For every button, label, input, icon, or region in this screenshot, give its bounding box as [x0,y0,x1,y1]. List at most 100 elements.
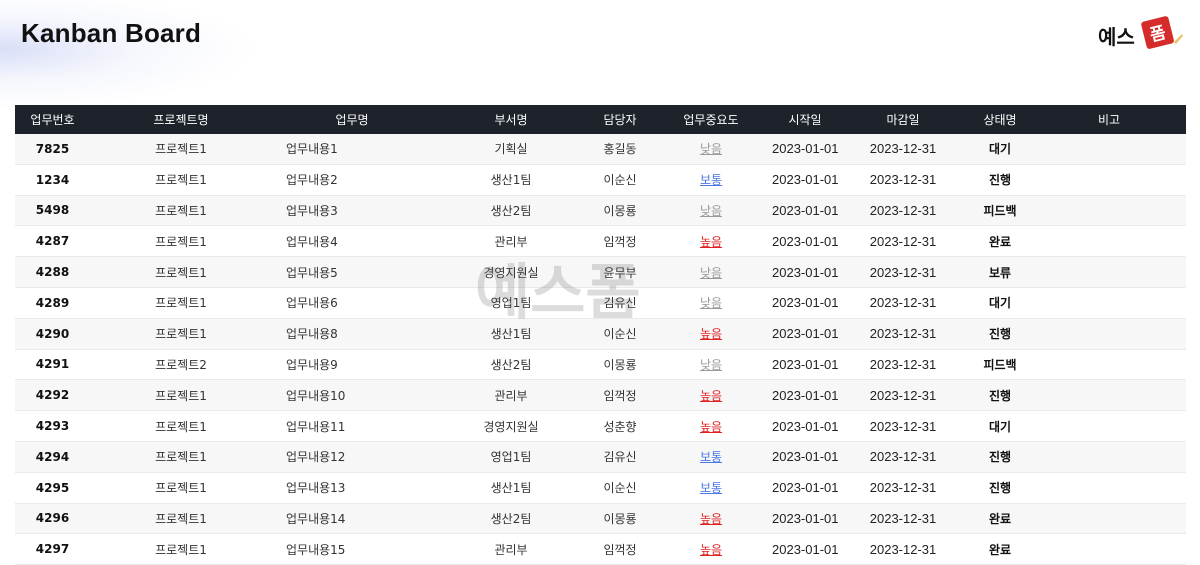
task-id-cell: 4297 [15,533,90,565]
note-cell [1032,533,1186,565]
end-date-cell: 2023-12-31 [838,533,968,565]
owner-cell: 이순신 [590,472,650,504]
table-row[interactable]: 4292 프로젝트1 업무내용10 관리부 임꺽정 높음 2023-01-01 2023-12… [15,379,1186,412]
table-body: 7825 프로젝트1 업무내용1 기획실 홍길동 낮음 2023-01-01 2023-12-… [15,134,1186,565]
kanban-table: 업무번호 프로젝트명 업무명 부서명 담당자 업무중요도 시작일 마감일 상태명 비고 7825 프… [15,105,1186,565]
table-header: 업무번호 프로젝트명 업무명 부서명 담당자 업무중요도 시작일 마감일 상태명 비고 [15,105,1186,134]
owner-cell: 이몽룡 [590,503,650,535]
dept-cell: 생산1팀 [432,472,590,504]
task-name-cell: 업무내용8 [272,318,432,350]
header-col-end[interactable]: 마감일 [838,105,968,134]
priority-link[interactable]: 낮음 [700,358,722,372]
header-col-start[interactable]: 시작일 [772,105,838,134]
project-cell: 프로젝트1 [90,287,272,319]
priority-cell: 높음 [650,533,772,565]
priority-link[interactable]: 보통 [700,173,722,187]
end-date-cell: 2023-12-31 [838,410,968,442]
end-date-cell: 2023-12-31 [838,287,968,319]
priority-link[interactable]: 높음 [700,327,722,341]
table-row[interactable]: 4293 프로젝트1 업무내용11 경영지원실 성춘향 높음 2023-01-01 2023-… [15,410,1186,442]
table-row[interactable]: 5498 프로젝트1 업무내용3 생산2팀 이몽룡 낮음 2023-01-01 2023-12… [15,195,1186,227]
priority-link[interactable]: 낮음 [700,204,722,218]
priority-link[interactable]: 높음 [700,235,722,249]
table-row[interactable]: 1234 프로젝트1 업무내용2 생산1팀 이순신 보통 2023-01-01 2023-12… [15,164,1186,196]
header-col-owner[interactable]: 담당자 [590,105,650,134]
task-name-cell: 업무내용15 [272,533,432,565]
task-id-cell: 4293 [15,410,90,442]
start-date-cell: 2023-01-01 [772,379,839,412]
project-cell: 프로젝트1 [90,441,272,473]
start-date-cell: 2023-01-01 [772,349,839,381]
task-name-cell: 업무내용1 [272,134,432,165]
status-cell: 완료 [968,225,1032,258]
logo: 예스 폼 [1094,14,1184,54]
header-col-task[interactable]: 업무명 [272,105,432,134]
note-cell [1032,503,1186,535]
start-date-cell: 2023-01-01 [772,410,839,442]
priority-link[interactable]: 보통 [700,450,722,464]
status-cell: 완료 [968,533,1032,565]
status-cell: 피드백 [968,349,1032,381]
header-col-project[interactable]: 프로젝트명 [90,105,272,134]
dept-cell: 생산2팀 [432,503,590,535]
note-cell [1032,379,1186,412]
end-date-cell: 2023-12-31 [838,379,968,412]
start-date-cell: 2023-01-01 [772,164,839,196]
project-cell: 프로젝트1 [90,503,272,535]
dept-cell: 관리부 [432,225,590,258]
project-cell: 프로젝트1 [90,410,272,442]
table-row[interactable]: 4297 프로젝트1 업무내용15 관리부 임꺽정 높음 2023-01-01 2023-12… [15,533,1186,565]
task-name-cell: 업무내용6 [272,287,432,319]
status-cell: 진행 [968,164,1032,196]
priority-link[interactable]: 높음 [700,512,722,526]
end-date-cell: 2023-12-31 [838,164,968,196]
project-cell: 프로젝트1 [90,134,272,165]
priority-link[interactable]: 보통 [700,481,722,495]
priority-link[interactable]: 낮음 [700,266,722,280]
header-col-dept[interactable]: 부서명 [432,105,590,134]
project-cell: 프로젝트1 [90,225,272,258]
end-date-cell: 2023-12-31 [838,472,968,504]
end-date-cell: 2023-12-31 [838,134,968,165]
table-row[interactable]: 4296 프로젝트1 업무내용14 생산2팀 이몽룡 높음 2023-01-01 2023-1… [15,503,1186,535]
task-name-cell: 업무내용14 [272,503,432,535]
header-col-task-id[interactable]: 업무번호 [15,105,90,134]
project-cell: 프로젝트1 [90,379,272,412]
priority-link[interactable]: 높음 [700,543,722,557]
project-cell: 프로젝트1 [90,164,272,196]
status-cell: 진행 [968,379,1032,412]
status-cell: 진행 [968,318,1032,350]
task-id-cell: 4290 [15,318,90,350]
header-col-status[interactable]: 상태명 [968,105,1032,134]
priority-cell: 낮음 [650,256,772,288]
table-row[interactable]: 4295 프로젝트1 업무내용13 생산1팀 이순신 보통 2023-01-01 2023-1… [15,472,1186,504]
table-row[interactable]: 4289 프로젝트1 업무내용6 영업1팀 김유신 낮음 2023-01-01 2023-12… [15,287,1186,319]
owner-cell: 김유신 [590,441,650,473]
priority-cell: 높음 [650,379,772,412]
table-row[interactable]: 4290 프로젝트1 업무내용8 생산1팀 이순신 높음 2023-01-01 2023-12… [15,318,1186,350]
table-row[interactable]: 4288 프로젝트1 업무내용5 경영지원실 윤무부 낮음 2023-01-01 2023-1… [15,256,1186,288]
owner-cell: 김유신 [590,287,650,319]
task-name-cell: 업무내용12 [272,441,432,473]
header-col-priority[interactable]: 업무중요도 [650,105,772,134]
priority-link[interactable]: 높음 [700,389,722,403]
end-date-cell: 2023-12-31 [838,256,968,288]
note-cell [1032,256,1186,288]
table-row[interactable]: 4294 프로젝트1 업무내용12 영업1팀 김유신 보통 2023-01-01 2023-1… [15,441,1186,473]
dept-cell: 생산2팀 [432,195,590,227]
priority-cell: 낮음 [650,287,772,319]
table-row[interactable]: 4291 프로젝트2 업무내용9 생산2팀 이몽룡 낮음 2023-01-01 2023-12… [15,349,1186,381]
dept-cell: 경영지원실 [432,256,590,288]
task-id-cell: 5498 [15,195,90,227]
priority-link[interactable]: 높음 [700,420,722,434]
priority-cell: 높음 [650,318,772,350]
task-id-cell: 4294 [15,441,90,473]
table-row[interactable]: 4287 프로젝트1 업무내용4 관리부 임꺽정 높음 2023-01-01 2023-12-… [15,225,1186,258]
note-cell [1032,134,1186,165]
table-row[interactable]: 7825 프로젝트1 업무내용1 기획실 홍길동 낮음 2023-01-01 2023-12-… [15,134,1186,165]
note-cell [1032,441,1186,473]
priority-link[interactable]: 낮음 [700,142,722,156]
header-col-note[interactable]: 비고 [1032,105,1186,134]
priority-link[interactable]: 낮음 [700,296,722,310]
priority-cell: 높음 [650,225,772,258]
